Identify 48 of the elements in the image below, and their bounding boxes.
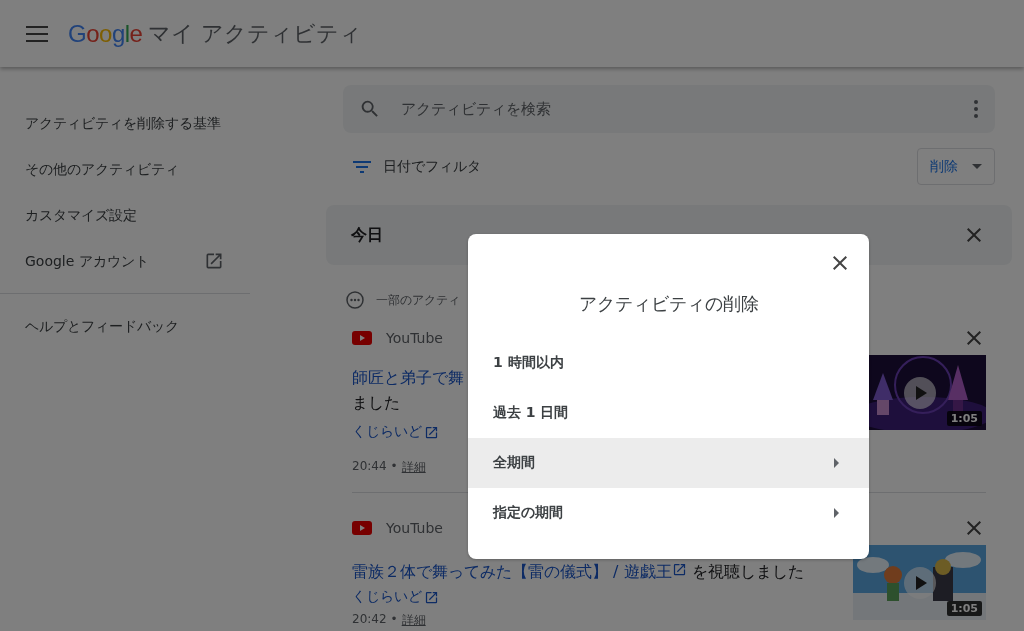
- sidebar-item[interactable]: その他のアクティビティ: [0, 159, 250, 179]
- search-icon: [359, 98, 381, 120]
- channel-link[interactable]: くじらいど: [352, 423, 422, 441]
- video-duration: 1:05: [946, 601, 982, 616]
- dialog-title: アクティビティの削除: [577, 292, 760, 316]
- filter-icon: [353, 160, 371, 173]
- submenu-arrow-icon: [834, 508, 839, 518]
- activity-time: 20:44: [352, 459, 387, 475]
- external-link-icon: [424, 424, 439, 440]
- details-link[interactable]: 詳細: [401, 612, 426, 629]
- details-link[interactable]: 詳細: [401, 459, 426, 476]
- video-duration: 1:05: [946, 411, 982, 426]
- submenu-arrow-icon: [834, 458, 839, 468]
- search-field[interactable]: アクティビティを検索: [343, 85, 995, 133]
- activity-text: を視聴しました: [690, 562, 804, 581]
- sidebar-item[interactable]: ヘルプとフィードバック: [0, 316, 250, 336]
- filter-button[interactable]: 日付でフィルタ: [353, 157, 481, 176]
- delete-button[interactable]: 削除: [917, 148, 995, 185]
- day-label: 今日: [351, 224, 383, 246]
- separator-dot: •: [390, 612, 398, 628]
- sidebar-item[interactable]: アクティビティを削除する基準: [0, 113, 250, 133]
- google-logo[interactable]: Google: [68, 19, 143, 48]
- menu-option[interactable]: 1 時間以内: [468, 338, 869, 388]
- more-circle-icon: [346, 291, 364, 309]
- video-play-icon: [352, 521, 372, 535]
- menu-icon[interactable]: [26, 25, 48, 42]
- separator-dot: •: [390, 459, 398, 475]
- external-link-icon: [424, 589, 439, 605]
- external-link-icon: [671, 562, 687, 577]
- notice-text: 一部のアクティ: [376, 291, 460, 309]
- menu-option[interactable]: 全期間: [468, 438, 869, 488]
- video-link[interactable]: 師匠と弟子で舞: [352, 368, 464, 387]
- app-title: マイ アクティビティ: [148, 19, 363, 48]
- activity-time: 20:42: [352, 612, 387, 628]
- service-name: YouTube: [386, 520, 443, 536]
- video-link[interactable]: 雷族２体で舞ってみた【雷の儀式】 / 遊戯王: [352, 562, 687, 581]
- more-icon[interactable]: [973, 99, 979, 119]
- external-link-icon: [204, 251, 224, 271]
- channel-link[interactable]: くじらいど: [352, 588, 422, 606]
- service-name: YouTube: [386, 330, 443, 346]
- sidebar-item[interactable]: Google アカウント: [0, 251, 250, 271]
- caret-icon: [972, 164, 982, 169]
- sidebar-item[interactable]: カスタマイズ設定: [0, 205, 250, 225]
- activity-text: ました: [352, 393, 400, 412]
- search-input[interactable]: アクティビティを検索: [399, 99, 955, 119]
- video-play-icon: [352, 331, 372, 345]
- menu-option[interactable]: 過去 1 日間: [468, 388, 869, 438]
- menu-option[interactable]: 指定の期間: [468, 488, 869, 538]
